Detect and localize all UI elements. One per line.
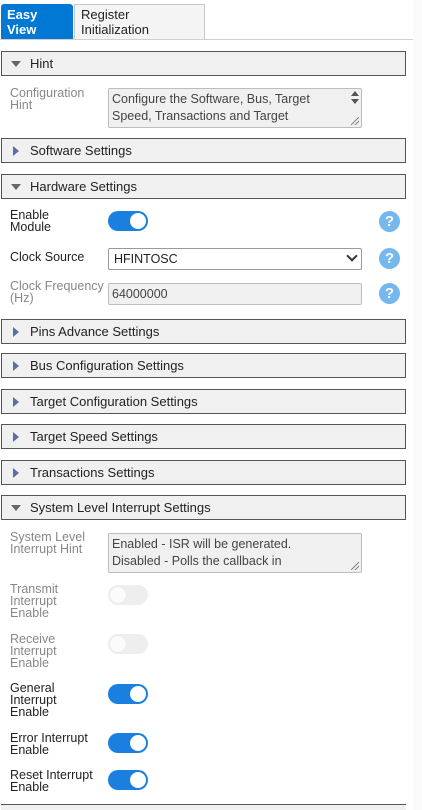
system-level-interrupt-hint-textarea[interactable]: Enabled - ISR will be generated. Disable… (108, 533, 362, 573)
section-title: Transactions Settings (30, 465, 155, 480)
enable-module-label: Enable Module (10, 208, 51, 234)
help-icon[interactable]: ? (379, 211, 400, 232)
clock-frequency-value: 64000000 (112, 287, 168, 301)
expand-arrow-icon (2, 326, 30, 337)
toggle-knob (130, 686, 146, 702)
configuration-hint-text: Configure the Software, Bus, Target Spee… (112, 92, 310, 123)
system-level-interrupt-hint-label: System Level Interrupt Hint (10, 530, 86, 556)
reset-interrupt-enable-label: Reset Interrupt Enable (10, 768, 93, 794)
tab-divider (0, 39, 422, 40)
section-title: Software Settings (30, 143, 132, 158)
vertical-scrollbar[interactable] (413, 0, 422, 810)
configuration-hint-label: Configuration Hint (10, 86, 85, 112)
collapse-arrow-icon (2, 183, 30, 190)
clock-source-value: HFINTOSC (114, 252, 178, 266)
section-transactions-settings-header[interactable]: Transactions Settings (1, 460, 406, 485)
clock-source-label: Clock Source (10, 250, 85, 264)
toggle-knob (110, 587, 126, 603)
tab-bar: Easy View Register Initialization (0, 0, 422, 40)
clock-source-select[interactable]: HFINTOSC (108, 248, 362, 270)
section-bus-configuration-settings-header[interactable]: Bus Configuration Settings (1, 353, 406, 378)
expand-arrow-icon (2, 360, 30, 371)
error-interrupt-enable-label: Error Interrupt Enable (10, 731, 88, 757)
scroll-down-icon[interactable] (351, 99, 359, 104)
section-title: Bus Configuration Settings (30, 358, 184, 373)
section-hint-header[interactable]: Hint (1, 51, 406, 76)
help-icon[interactable]: ? (379, 248, 400, 269)
section-target-speed-settings-header[interactable]: Target Speed Settings (1, 424, 406, 449)
section-title: Pins Advance Settings (30, 324, 160, 339)
section-title: Target Speed Settings (30, 429, 158, 444)
chevron-down-icon (346, 250, 358, 262)
section-system-level-interrupt-settings-header[interactable]: System Level Interrupt Settings (1, 495, 406, 520)
section-target-configuration-settings-header[interactable]: Target Configuration Settings (1, 389, 406, 414)
help-icon[interactable]: ? (379, 283, 400, 304)
next-section-edge (1, 804, 406, 810)
resize-grip-icon[interactable] (351, 562, 359, 570)
general-interrupt-enable-label: General Interrupt Enable (10, 681, 57, 719)
tab-easy-view[interactable]: Easy View (1, 4, 73, 39)
expand-arrow-icon (2, 467, 30, 478)
toggle-knob (130, 735, 146, 751)
resize-grip-icon[interactable] (351, 117, 359, 125)
collapse-arrow-icon (2, 504, 30, 511)
configuration-hint-textarea[interactable]: Configure the Software, Bus, Target Spee… (108, 88, 362, 128)
section-title: Hardware Settings (30, 179, 137, 194)
transmit-interrupt-enable-toggle[interactable] (108, 585, 148, 605)
receive-interrupt-enable-toggle[interactable] (108, 634, 148, 654)
collapse-arrow-icon (2, 60, 30, 67)
receive-interrupt-enable-label: Receive Interrupt Enable (10, 632, 57, 670)
textarea-scroll-buttons[interactable] (351, 91, 359, 104)
scroll-up-icon[interactable] (351, 91, 359, 96)
section-title: Hint (30, 56, 54, 71)
section-hardware-settings-header[interactable]: Hardware Settings (1, 174, 406, 199)
general-interrupt-enable-toggle[interactable] (108, 684, 148, 704)
section-title: System Level Interrupt Settings (30, 500, 211, 515)
toggle-knob (130, 213, 146, 229)
clock-frequency-field[interactable]: 64000000 (108, 283, 362, 305)
toggle-knob (110, 636, 126, 652)
transmit-interrupt-enable-label: Transmit Interrupt Enable (10, 582, 59, 620)
clock-frequency-label: Clock Frequency (Hz) (10, 279, 104, 305)
system-level-interrupt-hint-text: Enabled - ISR will be generated. Disable… (112, 537, 292, 572)
expand-arrow-icon (2, 145, 30, 156)
expand-arrow-icon (2, 396, 30, 407)
reset-interrupt-enable-toggle[interactable] (108, 770, 148, 790)
section-title: Target Configuration Settings (30, 394, 198, 409)
enable-module-toggle[interactable] (108, 211, 148, 231)
error-interrupt-enable-toggle[interactable] (108, 733, 148, 753)
section-software-settings-header[interactable]: Software Settings (1, 138, 406, 163)
section-pins-advance-settings-header[interactable]: Pins Advance Settings (1, 319, 406, 344)
tab-register-initialization[interactable]: Register Initialization (74, 4, 205, 39)
expand-arrow-icon (2, 431, 30, 442)
toggle-knob (130, 772, 146, 788)
